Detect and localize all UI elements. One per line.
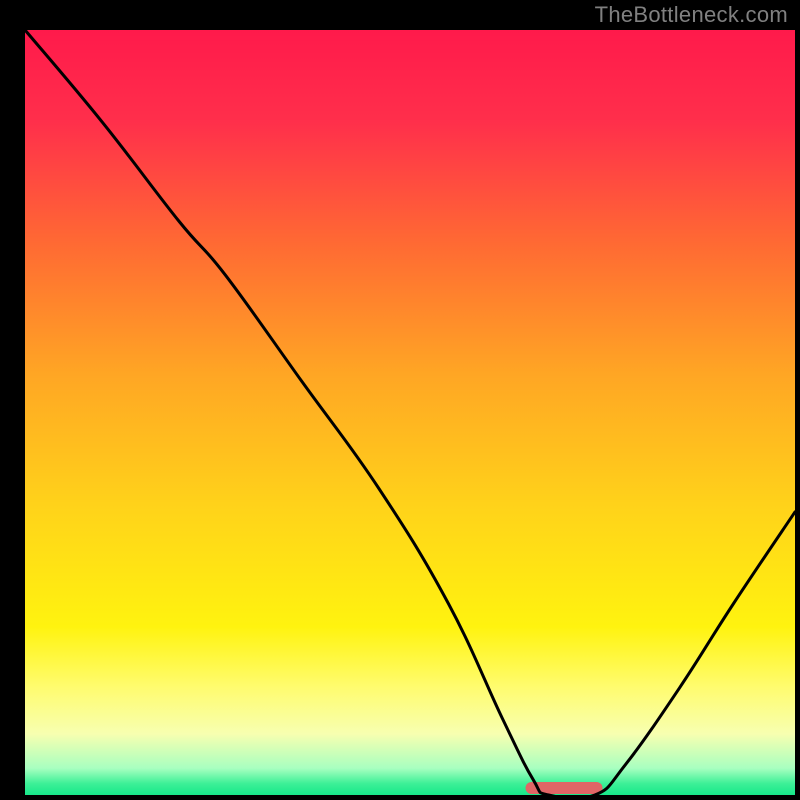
bottleneck-chart bbox=[0, 0, 800, 800]
chart-stage: TheBottleneck.com bbox=[0, 0, 800, 800]
gradient-background bbox=[25, 30, 795, 795]
